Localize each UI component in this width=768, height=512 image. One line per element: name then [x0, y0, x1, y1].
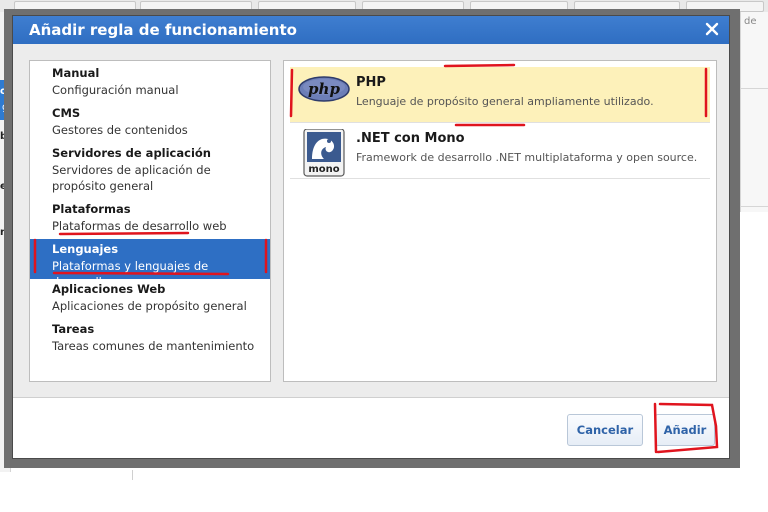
mono-logo-icon: mono	[298, 128, 350, 177]
technology-description: Framework de desarrollo .NET multiplataf…	[356, 151, 698, 164]
category-list: Manual Configuración manual CMS Gestores de…	[29, 60, 271, 382]
background-text: de	[744, 16, 757, 27]
category-description: Aplicaciones de propósito general	[52, 299, 247, 313]
category-description: Servidores de aplicación de propósito ge…	[52, 163, 211, 193]
close-button[interactable]	[703, 20, 721, 38]
category-item-aplicaciones-web[interactable]: Aplicaciones Web Aplicaciones de propósit…	[30, 279, 270, 319]
technology-name: .NET con Mono	[356, 131, 465, 146]
technology-item-mono[interactable]: mono .NET con Mono Framework de desarrollo…	[290, 123, 710, 179]
category-name: CMS	[52, 106, 81, 120]
cancel-button[interactable]: Cancelar	[567, 414, 643, 446]
category-name: Manual	[52, 66, 100, 80]
category-name: Plataformas	[52, 202, 131, 216]
php-logo-text: php	[308, 80, 340, 98]
screen: ou g bi erc ns de Añadir regla de funcio…	[0, 0, 768, 512]
category-description: Tareas comunes de mantenimiento	[52, 339, 255, 353]
mono-logo-text: mono	[308, 164, 339, 175]
background-divider	[132, 470, 133, 480]
category-name: Servidores de aplicación	[52, 146, 211, 160]
category-item-cms[interactable]: CMS Gestores de contenidos	[30, 103, 270, 143]
add-rule-dialog: Añadir regla de funcionamiento Manual Con…	[12, 15, 730, 459]
technology-item-php[interactable]: php PHP Lenguaje de propósito general ampl…	[290, 67, 710, 123]
add-button[interactable]: Añadir	[655, 414, 715, 446]
dialog-title: Añadir regla de funcionamiento	[29, 21, 297, 39]
category-name: Tareas	[52, 322, 95, 336]
dialog-header: Añadir regla de funcionamiento	[13, 16, 729, 44]
category-item-manual[interactable]: Manual Configuración manual	[30, 63, 270, 103]
background-divider	[740, 88, 768, 89]
category-description: Configuración manual	[52, 83, 179, 97]
dialog-body: Manual Configuración manual CMS Gestores de…	[13, 44, 729, 398]
technology-list: php PHP Lenguaje de propósito general ampl…	[283, 60, 717, 382]
technology-name: PHP	[356, 75, 386, 90]
background-right-panel	[740, 12, 768, 212]
category-item-tareas[interactable]: Tareas Tareas comunes de mantenimiento	[30, 319, 270, 359]
category-item-plataformas[interactable]: Plataformas Plataformas de desarrollo web	[30, 199, 270, 239]
close-icon	[705, 22, 719, 36]
technology-description: Lenguaje de propósito general ampliament…	[356, 95, 654, 108]
background-divider	[740, 206, 768, 207]
category-name: Lenguajes	[52, 242, 119, 256]
category-name: Aplicaciones Web	[52, 282, 166, 296]
category-item-servidores-de-aplicaci-n[interactable]: Servidores de aplicación Servidores de ap…	[30, 143, 270, 199]
category-description: Gestores de contenidos	[52, 123, 188, 137]
category-description: Plataformas de desarrollo web	[52, 219, 227, 233]
dialog-footer: Cancelar Añadir	[13, 398, 729, 458]
php-logo-icon: php	[298, 73, 350, 117]
category-item-lenguajes[interactable]: Lenguajes Plataformas y lenguajes de desa…	[30, 239, 270, 289]
